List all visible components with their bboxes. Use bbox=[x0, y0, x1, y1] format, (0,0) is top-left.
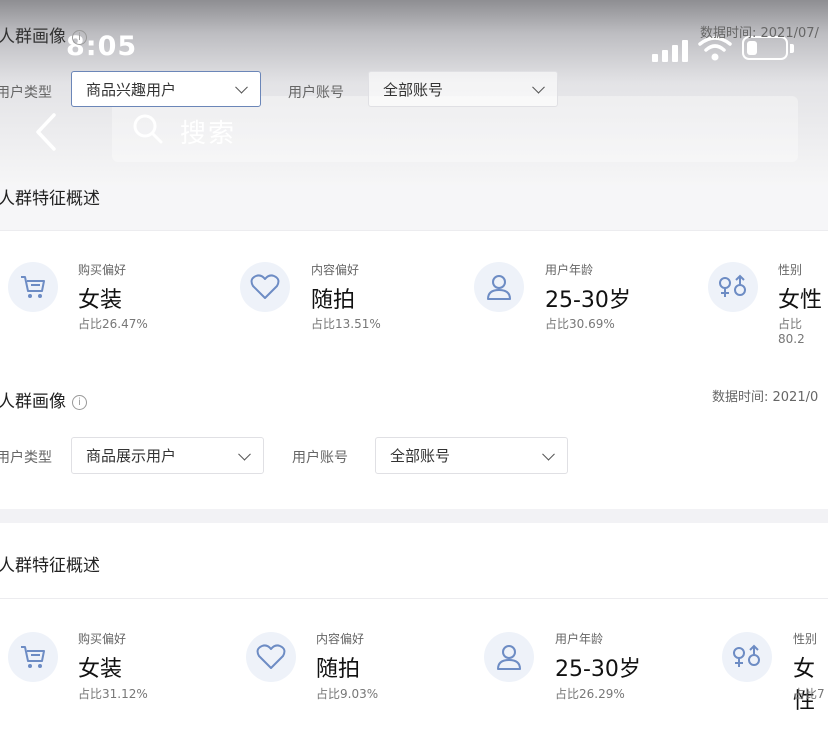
heart-icon bbox=[246, 632, 296, 682]
panel1-user-type-select[interactable]: 商品兴趣用户 bbox=[71, 71, 261, 107]
panel2-features-title: 人群特征概述 bbox=[0, 556, 100, 576]
chevron-down-icon bbox=[238, 447, 251, 461]
gender-icon bbox=[708, 262, 758, 312]
feature-percent: 占比9.03% bbox=[316, 687, 379, 701]
panel2-account-select[interactable]: 全部账号 bbox=[375, 437, 568, 474]
feature-category: 性别 bbox=[778, 263, 803, 277]
panel2-user-type-label: 用户类型 bbox=[0, 450, 52, 466]
feature-percent: 占比26.29% bbox=[555, 687, 625, 701]
chevron-down-icon bbox=[235, 80, 248, 94]
user-icon bbox=[484, 632, 534, 682]
feature-percent: 占比31.12% bbox=[78, 687, 148, 701]
feature-percent: 占比26.47% bbox=[78, 317, 148, 331]
panel2-data-time: 数据时间: 2021/0 bbox=[712, 390, 819, 405]
panel2-user-type-value: 商品展示用户 bbox=[86, 447, 177, 465]
panel2-header-card bbox=[0, 349, 828, 509]
gender-icon bbox=[722, 632, 772, 682]
feature-category: 用户年龄 bbox=[545, 263, 594, 277]
chevron-down-icon bbox=[532, 80, 545, 94]
panel1-user-type-value: 商品兴趣用户 bbox=[86, 80, 177, 99]
signal-icon bbox=[652, 40, 690, 62]
panel1-user-type-label: 用户类型 bbox=[0, 85, 52, 101]
cart-icon bbox=[8, 632, 58, 682]
panel1-account-value: 全部账号 bbox=[383, 80, 444, 99]
feature-value: 25-30岁 bbox=[545, 288, 631, 313]
panel1-title-text: 人群画像 bbox=[0, 27, 66, 47]
search-placeholder[interactable]: 搜索 bbox=[180, 113, 236, 150]
panel2-user-type-select[interactable]: 商品展示用户 bbox=[71, 437, 264, 474]
feature-percent: 占比7 bbox=[793, 687, 825, 701]
info-icon[interactable]: i bbox=[72, 394, 87, 410]
feature-value: 女装 bbox=[78, 657, 123, 682]
panel1-title: 人群画像 i bbox=[0, 22, 87, 47]
chevron-down-icon bbox=[542, 447, 555, 461]
panel2-account-label: 用户账号 bbox=[292, 450, 348, 466]
feature-value: 女装 bbox=[78, 288, 123, 313]
cart-icon bbox=[8, 262, 58, 312]
info-icon[interactable]: i bbox=[72, 29, 87, 45]
feature-category: 性别 bbox=[793, 632, 818, 646]
feature-percent: 占比30.69% bbox=[545, 317, 615, 331]
feature-percent: 占比80.2 bbox=[778, 317, 805, 346]
section-gap bbox=[0, 509, 828, 523]
feature-category: 内容偏好 bbox=[311, 263, 360, 277]
feature-value: 女性 bbox=[778, 288, 823, 313]
user-icon bbox=[474, 262, 524, 312]
divider bbox=[0, 598, 828, 599]
feature-category: 购买偏好 bbox=[78, 632, 127, 646]
feature-value: 随拍 bbox=[316, 657, 361, 682]
panel1-account-label: 用户账号 bbox=[288, 85, 344, 101]
feature-category: 用户年龄 bbox=[555, 632, 604, 646]
feature-category: 内容偏好 bbox=[316, 632, 365, 646]
feature-value: 25-30岁 bbox=[555, 657, 641, 682]
feature-value: 随拍 bbox=[311, 288, 356, 313]
panel1-features-title: 人群特征概述 bbox=[0, 189, 100, 209]
panel2-account-value: 全部账号 bbox=[390, 447, 451, 465]
battery-tip bbox=[790, 44, 794, 53]
search-icon bbox=[133, 114, 163, 144]
feature-category: 购买偏好 bbox=[78, 263, 127, 277]
feature-value: 女性 bbox=[793, 657, 816, 714]
panel2-title-text: 人群画像 bbox=[0, 392, 66, 412]
back-arrow-icon[interactable] bbox=[32, 112, 60, 152]
panel1-account-select[interactable]: 全部账号 bbox=[368, 71, 558, 107]
panel2-title: 人群画像 i bbox=[0, 387, 87, 412]
feature-percent: 占比13.51% bbox=[311, 317, 381, 331]
heart-icon bbox=[240, 262, 290, 312]
panel1-data-time: 数据时间: 2021/07/ bbox=[700, 26, 819, 41]
